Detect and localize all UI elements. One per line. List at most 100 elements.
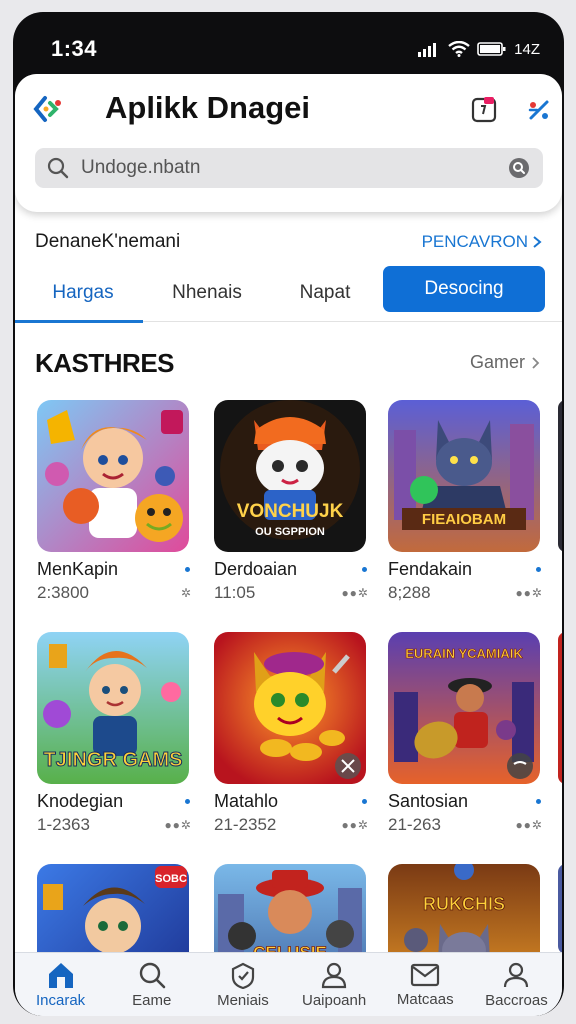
rating-icon: ●●✲ — [164, 818, 192, 832]
tab-label: Nhenais — [172, 282, 242, 303]
nav-item-incarak[interactable]: Incarak — [15, 953, 106, 1016]
app-title: Aplikk Dnagei — [105, 90, 310, 125]
bottom-nav: Incarak Eame Meniais Uaipoanh Matcaas Ba… — [15, 952, 562, 1016]
svg-text:TJINGR GAMS: TJINGR GAMS — [44, 749, 183, 771]
nav-label: Matcaas — [396, 990, 454, 1008]
status-dot — [362, 799, 367, 804]
game-meta: 21-263 ●●✲ — [388, 815, 543, 834]
section-link-label: Gamer — [469, 352, 525, 372]
section-see-all-link[interactable]: Gamer — [470, 352, 540, 373]
game-art-pirate-city: EURAIN YCAMIAIK — [388, 632, 540, 784]
rating-icon: ●●✲ — [341, 586, 369, 600]
game-card-peek — [558, 400, 562, 552]
desocing-button[interactable]: Desocing — [383, 266, 545, 312]
nav-item-meniais[interactable]: Meniais — [197, 953, 288, 1016]
wifi-icon — [448, 41, 470, 57]
rating-icon: ●●✲ — [341, 818, 369, 832]
game-meta: 8;288 ●●✲ — [388, 583, 543, 602]
svg-text:VONCHUJK: VONCHUJK — [237, 501, 344, 522]
game-art-cat-coins — [214, 632, 366, 784]
nav-label: Meniais — [217, 991, 269, 1009]
svg-text:EURAIN YCAMIAIK: EURAIN YCAMIAIK — [405, 646, 523, 661]
game-meta: 11:05 ●●✲ — [214, 583, 369, 602]
status-dot — [536, 567, 541, 572]
game-title: Fendakain — [388, 559, 543, 580]
nav-label: Baccroas — [485, 991, 548, 1009]
app-logo-icon[interactable] — [33, 94, 63, 124]
game-art-boy-garden: TJINGR GAMS — [37, 632, 189, 784]
status-time: 1:34 — [51, 36, 98, 61]
user-group-icon — [321, 962, 347, 988]
phone-frame: 1:34 14Z Aplikk Dnagei Undoge.nbatn Dena… — [13, 12, 564, 1016]
search-value: Undoge.nbatn — [81, 157, 201, 178]
game-title: MenKapin — [37, 559, 192, 580]
status-dot — [536, 799, 541, 804]
search-icon — [47, 157, 69, 179]
game-meta: 21-2352 ●●✲ — [214, 815, 369, 834]
game-art-wolf-warrior: FIEAIOBAM — [388, 400, 540, 552]
tab-bar: Hargas Nhenais Napat Desocing — [15, 264, 562, 323]
status-dot — [185, 567, 190, 572]
search-input[interactable]: Undoge.nbatn — [35, 148, 543, 188]
tab-nhenais[interactable]: Nhenais — [139, 264, 275, 322]
subheader-title: DenaneK'nemani — [35, 231, 181, 252]
game-title: Knodegian — [37, 791, 192, 812]
nav-label: Uaipoanh — [301, 991, 367, 1009]
search-icon — [139, 962, 166, 988]
game-title: Derdoaian — [214, 559, 369, 580]
svg-text:RUKCHIS: RUKCHIS — [423, 894, 505, 914]
game-card[interactable]: FIEAIOBAM Fendakain 8;288 ●●✲ — [388, 400, 543, 603]
active-tab-indicator — [15, 320, 143, 323]
home-icon — [48, 962, 73, 988]
tab-hargas[interactable]: Hargas — [15, 264, 151, 323]
nav-item-matcaas[interactable]: Matcaas — [380, 953, 471, 1016]
voice-search-icon[interactable] — [507, 156, 531, 180]
status-dot — [185, 799, 190, 804]
status-dot — [362, 567, 367, 572]
subheader-link-label: PENCAVRON — [421, 232, 528, 251]
game-card[interactable]: Matahlo 21-2352 ●●✲ — [214, 632, 369, 835]
tab-napat[interactable]: Napat — [257, 264, 393, 322]
game-card-peek — [558, 632, 562, 784]
game-meta: 2:3800 ✲ — [37, 583, 192, 602]
subheader-row: DenaneK'nemani PENCAVRON — [15, 224, 562, 260]
app-header: Aplikk Dnagei Undoge.nbatn — [15, 74, 562, 212]
profile-icon — [504, 962, 529, 987]
nav-item-eame[interactable]: Eame — [106, 953, 197, 1016]
game-art-hero-fox — [37, 400, 189, 552]
game-meta: 1-2363 ●●✲ — [37, 815, 192, 834]
status-icons: 14Z — [417, 41, 540, 58]
game-art-cat-hero: VONCHUJK OU SGPPION — [214, 400, 366, 552]
game-card-peek — [558, 864, 562, 954]
tab-label: Hargas — [52, 282, 114, 303]
svg-text:OU SGPPION: OU SGPPION — [255, 526, 325, 538]
rating-icon: ●●✲ — [515, 586, 543, 600]
game-card[interactable]: TJINGR GAMS Knodegian 1-2363 ●●✲ — [37, 632, 192, 835]
game-card[interactable]: VONCHUJK OU SGPPION Derdoaian 11:05 ●●✲ — [214, 400, 369, 603]
tab-label: Napat — [299, 282, 351, 303]
chevron-right-icon — [532, 356, 540, 369]
compass-icon — [231, 962, 255, 989]
svg-text:FIEAIOBAM: FIEAIOBAM — [422, 511, 506, 528]
rating-icon: ✲ — [180, 586, 192, 600]
mail-icon — [411, 963, 440, 986]
battery-text: 14Z — [514, 40, 540, 58]
nav-item-uaipoanh[interactable]: Uaipoanh — [289, 953, 380, 1016]
chevron-right-icon — [533, 236, 542, 248]
section-title: KASTHRES — [35, 348, 175, 378]
nav-label: Incarak — [35, 991, 86, 1009]
nav-label: Eame — [132, 991, 172, 1009]
game-card[interactable]: MenKapin 2:3800 ✲ — [37, 400, 192, 603]
game-title: Santosian — [388, 791, 543, 812]
battery-icon — [477, 42, 506, 56]
svg-text:SOBC: SOBC — [155, 873, 187, 885]
signal-icon — [418, 43, 437, 57]
app-screen: Aplikk Dnagei Undoge.nbatn DenaneK'neman… — [15, 74, 562, 1016]
nav-item-baccroas[interactable]: Baccroas — [471, 953, 562, 1016]
game-card[interactable]: EURAIN YCAMIAIK Santosian 21-263 ●●✲ — [388, 632, 543, 835]
settings-icon[interactable] — [525, 96, 553, 124]
rating-icon: ●●✲ — [515, 818, 543, 832]
notifications-icon[interactable] — [470, 96, 498, 124]
subheader-link[interactable]: PENCAVRON — [422, 232, 542, 252]
game-title: Matahlo — [214, 791, 369, 812]
